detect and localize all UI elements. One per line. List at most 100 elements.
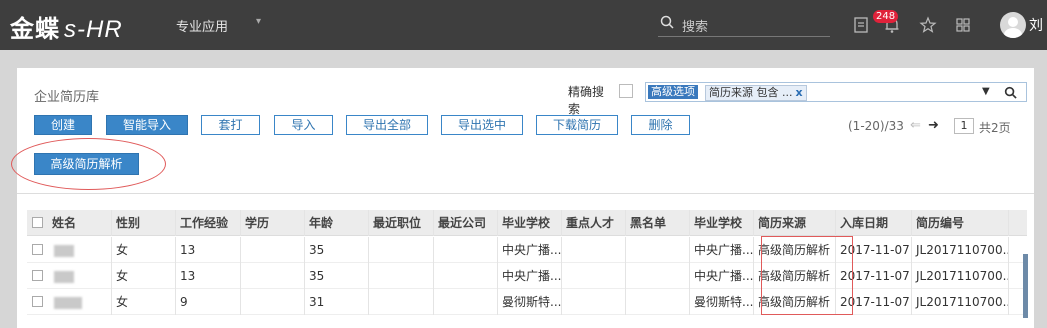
user-name[interactable]: 刘 (1029, 15, 1043, 35)
col-header[interactable]: 最近职位 (369, 210, 434, 236)
table-row[interactable]: 女 13 35 中央广播... 中央广播... 高级简历解析 2017-11-0… (27, 237, 1027, 263)
cell-name (48, 237, 112, 263)
cell-recent-position (369, 237, 434, 263)
document-icon[interactable] (852, 16, 870, 34)
cell-experience: 13 (176, 237, 241, 263)
avatar[interactable] (1000, 12, 1026, 38)
col-header[interactable]: 重点人才 (562, 210, 626, 236)
advanced-resume-parse-button[interactable]: 高级简历解析 (34, 153, 139, 175)
remove-tag-icon[interactable]: x (795, 86, 802, 99)
table-row[interactable]: 女 9 31 曼彻斯特... 曼彻斯特... 高级简历解析 2017-11-07… (27, 289, 1027, 315)
cell-recent-company (434, 263, 498, 289)
top-bar: 金蝶 s-HR 专业应用 ▾ 搜索 248 刘 (0, 0, 1047, 50)
vertical-scrollbar[interactable] (1023, 254, 1028, 318)
cell-school: 中央广播... (498, 263, 562, 289)
col-header[interactable]: 简历来源 (754, 210, 836, 236)
exact-search-checkbox[interactable] (619, 84, 633, 98)
row-checkbox[interactable] (32, 244, 43, 255)
cell-name (48, 289, 112, 315)
search-icon[interactable] (1004, 86, 1017, 99)
cell-recent-position (369, 289, 434, 315)
col-header[interactable]: 最近公司 (434, 210, 498, 236)
export-all-button[interactable]: 导出全部 (346, 115, 428, 135)
cell-age: 35 (305, 263, 369, 289)
select-all-checkbox[interactable] (32, 217, 43, 228)
col-header[interactable]: 毕业学校 (498, 210, 562, 236)
cell-blacklist (626, 289, 690, 315)
cell-education (241, 237, 305, 263)
download-resume-button[interactable]: 下载简历 (536, 115, 618, 135)
row-checkbox[interactable] (32, 296, 43, 307)
apps-grid-icon[interactable] (954, 16, 972, 34)
col-header[interactable]: 毕业学校 (690, 210, 754, 236)
pager-total: 共2页 (979, 121, 1011, 135)
print-button[interactable]: 套打 (201, 115, 260, 135)
star-icon[interactable] (919, 16, 937, 34)
dropdown-arrow-icon[interactable]: ▼ (982, 86, 990, 97)
filter-input[interactable]: 高级选项 简历来源 包含 ... x ▼ (645, 82, 1027, 102)
blurred-name (54, 296, 82, 309)
cell-key-talent (562, 237, 626, 263)
divider (17, 193, 1034, 194)
export-selected-button[interactable]: 导出选中 (441, 115, 523, 135)
source-highlight-box (761, 236, 853, 315)
cell-recent-company (434, 289, 498, 315)
cell-resume-id: JL2017110700... (912, 289, 1009, 315)
blurred-name (54, 244, 74, 257)
cell-school-2: 中央广播... (690, 263, 754, 289)
cell-school-2: 曼彻斯特... (690, 289, 754, 315)
cell-school: 中央广播... (498, 237, 562, 263)
cell-experience: 9 (176, 289, 241, 315)
delete-button[interactable]: 删除 (631, 115, 690, 135)
search-icon (660, 15, 674, 29)
search-input[interactable]: 搜索 (682, 16, 708, 35)
col-header[interactable]: 工作经验 (176, 210, 241, 236)
create-button[interactable]: 创建 (34, 115, 92, 135)
page-title: 企业简历库 (34, 90, 100, 105)
page-number-input[interactable]: 1 (954, 118, 974, 134)
menu-professional-apps[interactable]: 专业应用 (176, 16, 228, 35)
cell-blacklist (626, 263, 690, 289)
cell-key-talent (562, 263, 626, 289)
notification-badge: 248 (873, 10, 899, 23)
cell-experience: 13 (176, 263, 241, 289)
cell-resume-id: JL2017110700... (912, 263, 1009, 289)
source-filter-text: 简历来源 包含 ... (709, 86, 793, 99)
cell-age: 31 (305, 289, 369, 315)
cell-gender: 女 (112, 289, 176, 315)
col-header[interactable]: 入库日期 (836, 210, 912, 236)
cell-age: 35 (305, 237, 369, 263)
cell-recent-company (434, 237, 498, 263)
cell-school: 曼彻斯特... (498, 289, 562, 315)
cell-resume-id: JL2017110700... (912, 237, 1009, 263)
col-header[interactable]: 姓名 (48, 210, 112, 236)
blurred-name (54, 270, 74, 283)
global-search[interactable]: 搜索 (658, 13, 830, 37)
resume-library-panel: 企业简历库 精确搜索 高级选项 简历来源 包含 ... x ▼ 创建 智能导入 套… (11, 68, 1034, 328)
cell-name (48, 263, 112, 289)
app-logo[interactable]: 金蝶 s-HR (10, 9, 123, 44)
row-checkbox[interactable] (32, 270, 43, 281)
logo-main: 金蝶 (10, 15, 60, 43)
col-header[interactable]: 简历编号 (912, 210, 1009, 236)
table-header: 姓名 性别 工作经验 学历 年龄 最近职位 最近公司 毕业学校 重点人才 黑名单… (27, 210, 1027, 236)
col-header[interactable]: 年龄 (305, 210, 369, 236)
col-header[interactable]: 学历 (241, 210, 305, 236)
import-button[interactable]: 导入 (274, 115, 333, 135)
col-header[interactable]: 黑名单 (626, 210, 690, 236)
cell-education (241, 289, 305, 315)
cell-school-2: 中央广播... (690, 237, 754, 263)
cell-key-talent (562, 289, 626, 315)
cell-education (241, 263, 305, 289)
table-row[interactable]: 女 13 35 中央广播... 中央广播... 高级简历解析 2017-11-0… (27, 263, 1027, 289)
prev-page-icon[interactable]: ⇐ (910, 118, 921, 133)
chevron-down-icon[interactable]: ▾ (256, 16, 261, 27)
cell-blacklist (626, 237, 690, 263)
smart-import-button[interactable]: 智能导入 (106, 115, 188, 135)
col-header[interactable]: 性别 (112, 210, 176, 236)
cell-gender: 女 (112, 237, 176, 263)
source-filter-tag[interactable]: 简历来源 包含 ... x (705, 85, 807, 101)
advanced-option-tag[interactable]: 高级选项 (648, 85, 698, 99)
next-page-icon[interactable]: ➜ (928, 118, 939, 133)
exact-search-label: 精确搜索 (568, 85, 605, 116)
